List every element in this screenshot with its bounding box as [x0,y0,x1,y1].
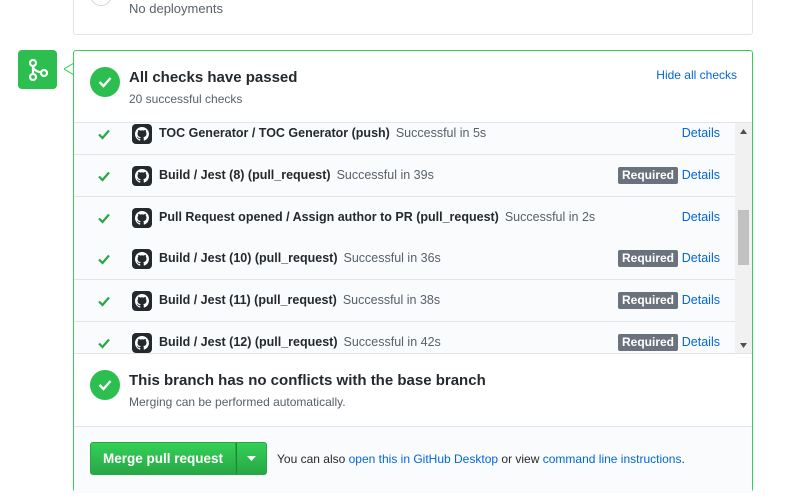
check-status: Successful in 39s [336,168,434,182]
check-name: Build / Jest (12) (pull_request) Successf… [159,335,441,349]
conflicts-subtitle: Merging can be performed automatically. [129,395,346,409]
checks-summary: All checks have passed 20 successful che… [74,51,752,123]
conflicts-title: This branch has no conflicts with the ba… [129,372,486,389]
github-logo-icon [132,333,152,353]
check-name: Build / Jest (11) (pull_request) Successf… [159,293,441,307]
check-name: Build / Jest (8) (pull_request) Successfu… [159,168,434,182]
check-status: Successful in 36s [343,251,441,265]
details-link[interactable]: Details [682,126,720,140]
scroll-down-arrow[interactable] [735,337,752,353]
check-row: Build / Jest (12) (pull_request) Successf… [74,322,736,353]
conflicts-summary: This branch has no conflicts with the ba… [74,354,752,427]
details-link[interactable]: Details [682,210,720,224]
check-icon [98,254,110,265]
scroll-thumb[interactable] [738,210,749,265]
check-status: Successful in 2s [504,210,596,224]
open-github-desktop-link[interactable]: open this in GitHub Desktop [349,452,498,466]
details-link[interactable]: Details [682,168,720,182]
checks-scrollbar[interactable] [735,123,752,353]
check-status: Successful in 5s [395,126,487,140]
github-logo-icon [132,291,152,311]
check-status: Successful in 38s [342,293,441,307]
merge-pull-request-button[interactable]: Merge pull request [90,442,237,475]
merge-options-dropdown[interactable] [236,442,268,475]
required-badge: Required [617,167,678,184]
note-prefix: You can also [277,452,346,466]
checks-count: 20 successful checks [129,92,243,106]
scroll-up-arrow[interactable] [735,123,752,140]
github-logo-icon [132,124,152,144]
check-icon [98,129,110,140]
check-icon [98,213,110,224]
checks-list: TOC Generator / TOC Generator (push) Succ… [74,123,752,354]
check-icon [98,338,110,349]
check-row: Build / Jest (11) (pull_request) Successf… [74,280,736,322]
check-icon [98,171,110,182]
github-logo-icon [132,249,152,269]
check-row: TOC Generator / TOC Generator (push) Succ… [74,123,736,155]
check-name: Build / Jest (10) (pull_request) Successf… [159,251,441,265]
deployments-status: No deployments [129,1,223,16]
check-icon [98,296,110,307]
deployments-box: No deployments [73,0,753,35]
check-row: Build / Jest (10) (pull_request) Successf… [74,238,736,280]
merge-status-card: All checks have passed 20 successful che… [73,50,753,493]
merge-button-group: Merge pull request [90,442,268,475]
check-status: Successful in 42s [343,335,441,349]
note-middle: or view [501,452,540,466]
git-merge-icon [18,50,57,89]
deployment-icon [90,0,112,6]
merge-actions: Merge pull request You can also open thi… [74,427,752,493]
details-link[interactable]: Details [682,251,720,265]
merge-alternatives-note: You can also open this in GitHub Desktop… [277,452,685,466]
required-badge: Required [617,292,678,309]
check-row: Build / Jest (8) (pull_request) Successfu… [74,155,736,197]
details-link[interactable]: Details [682,335,720,349]
required-badge: Required [617,250,678,267]
command-line-instructions-link[interactable]: command line instructions [543,452,682,466]
check-icon [90,67,120,97]
check-icon [90,370,120,400]
note-suffix: . [681,452,685,466]
check-name: Pull Request opened / Assign author to P… [159,210,596,224]
triangle-down-icon [247,456,257,461]
details-link[interactable]: Details [682,293,720,307]
hide-all-checks-link[interactable]: Hide all checks [656,68,737,82]
check-row: Pull Request opened / Assign author to P… [74,197,736,239]
checks-title: All checks have passed [129,69,298,86]
github-logo-icon [132,208,152,228]
check-name: TOC Generator / TOC Generator (push) Succ… [159,126,487,140]
github-logo-icon [132,166,152,186]
required-badge: Required [617,334,678,351]
